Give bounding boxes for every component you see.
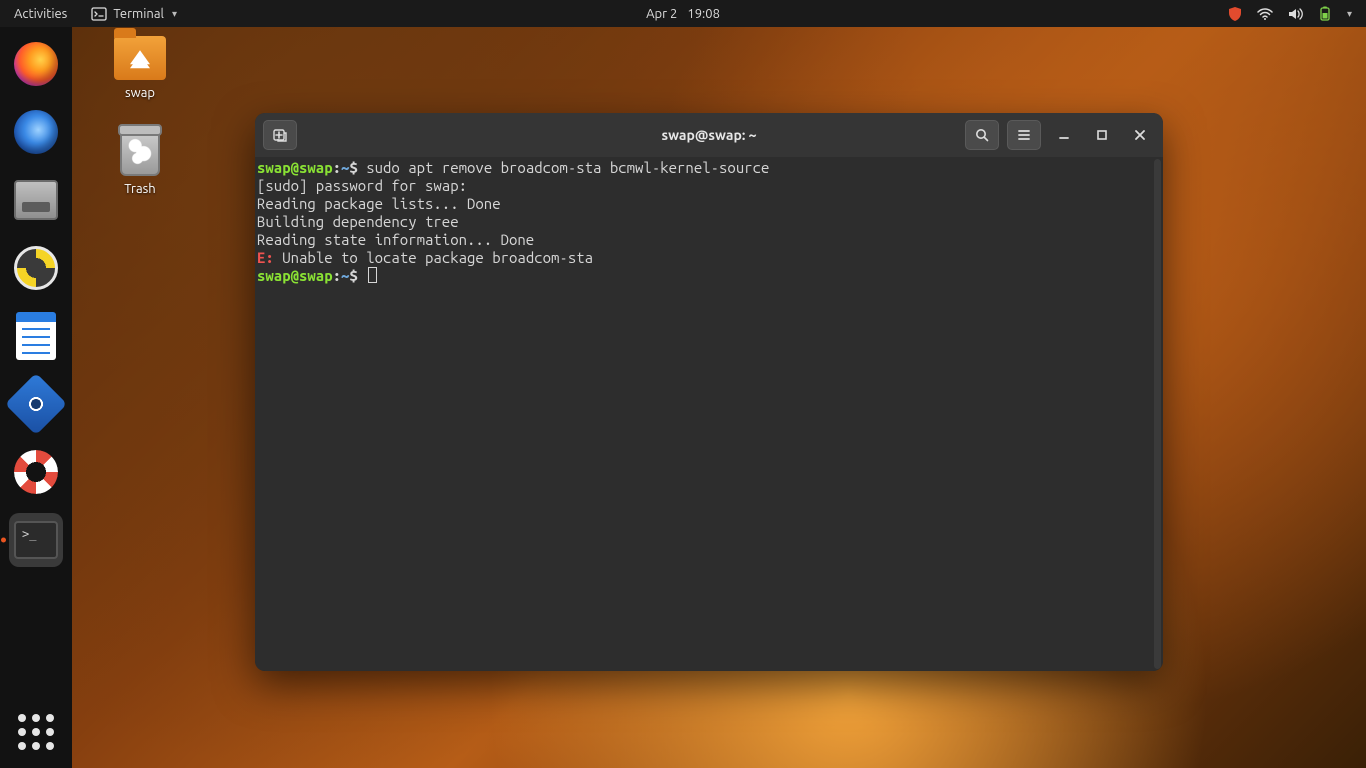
- trash-icon: [120, 128, 160, 176]
- clock-area[interactable]: Apr 2 19:08: [646, 7, 720, 21]
- folder-icon: [114, 36, 166, 80]
- chevron-down-icon: ▾: [172, 8, 177, 20]
- dock-files[interactable]: [9, 173, 63, 227]
- shield-icon[interactable]: [1227, 6, 1243, 22]
- terminal-window: swap@swap: ~ swap@swap:~$ sudo apt remov…: [255, 113, 1163, 671]
- dock-help[interactable]: [9, 445, 63, 499]
- system-tray: ▾: [1227, 6, 1366, 22]
- terminal-output: swap@swap:~$ sudo apt remove broadcom-st…: [255, 157, 1163, 287]
- terminal-cursor: [368, 267, 377, 283]
- app-menu-button[interactable]: Terminal ▾: [81, 0, 187, 27]
- activities-label: Activities: [14, 7, 67, 21]
- chevron-down-icon[interactable]: ▾: [1347, 8, 1352, 20]
- terminal-scrollbar[interactable]: [1154, 159, 1161, 669]
- terminal-app-icon: [14, 521, 58, 559]
- new-tab-button[interactable]: [263, 120, 297, 150]
- dock: [0, 27, 72, 768]
- desktop-home-label: swap: [95, 86, 185, 100]
- show-applications-button[interactable]: [18, 714, 54, 750]
- window-title: swap@swap: ~: [661, 127, 756, 143]
- error-prefix: E:: [257, 249, 274, 266]
- software-icon: [5, 373, 67, 435]
- desktop-home-folder[interactable]: swap: [95, 36, 185, 100]
- top-panel: Activities Terminal ▾ Apr 2 19:08 ▾: [0, 0, 1366, 27]
- command-line-1: sudo apt remove broadcom-sta bcmwl-kerne…: [366, 159, 769, 176]
- panel-time: 19:08: [687, 7, 720, 21]
- maximize-button[interactable]: [1087, 120, 1117, 150]
- dock-firefox[interactable]: [9, 37, 63, 91]
- terminal-viewport[interactable]: swap@swap:~$ sudo apt remove broadcom-st…: [255, 157, 1163, 671]
- output-state: Reading state information... Done: [257, 231, 534, 248]
- prompt-user: swap@swap: [257, 159, 333, 176]
- prompt-symbol: $: [349, 159, 357, 176]
- desktop-trash-label: Trash: [95, 182, 185, 196]
- hamburger-menu-button[interactable]: [1007, 120, 1041, 150]
- volume-icon[interactable]: [1287, 6, 1303, 22]
- minimize-button[interactable]: [1049, 120, 1079, 150]
- dock-terminal[interactable]: [9, 513, 63, 567]
- dock-writer[interactable]: [9, 309, 63, 363]
- prompt-symbol: $: [349, 267, 357, 284]
- wifi-icon[interactable]: [1257, 6, 1273, 22]
- panel-date: Apr 2: [646, 7, 677, 21]
- dock-rhythmbox[interactable]: [9, 241, 63, 295]
- writer-icon: [16, 312, 56, 360]
- desktop-icons: swap Trash: [95, 36, 185, 224]
- output-reading: Reading package lists... Done: [257, 195, 501, 212]
- battery-icon[interactable]: [1317, 6, 1333, 22]
- activities-button[interactable]: Activities: [0, 0, 81, 27]
- terminal-icon: [91, 6, 107, 22]
- dock-software[interactable]: [9, 377, 63, 431]
- output-sudo: [sudo] password for swap:: [257, 177, 467, 194]
- desktop-trash[interactable]: Trash: [95, 128, 185, 196]
- close-button[interactable]: [1125, 120, 1155, 150]
- search-button[interactable]: [965, 120, 999, 150]
- help-icon: [14, 450, 58, 494]
- thunderbird-icon: [14, 110, 58, 154]
- files-icon: [14, 180, 58, 220]
- output-building: Building dependency tree: [257, 213, 459, 230]
- dock-thunderbird[interactable]: [9, 105, 63, 159]
- app-menu-label: Terminal: [113, 7, 164, 21]
- error-message: Unable to locate package broadcom-sta: [274, 249, 593, 266]
- rhythmbox-icon: [14, 246, 58, 290]
- prompt-user: swap@swap: [257, 267, 333, 284]
- window-titlebar[interactable]: swap@swap: ~: [255, 113, 1163, 157]
- firefox-icon: [14, 42, 58, 86]
